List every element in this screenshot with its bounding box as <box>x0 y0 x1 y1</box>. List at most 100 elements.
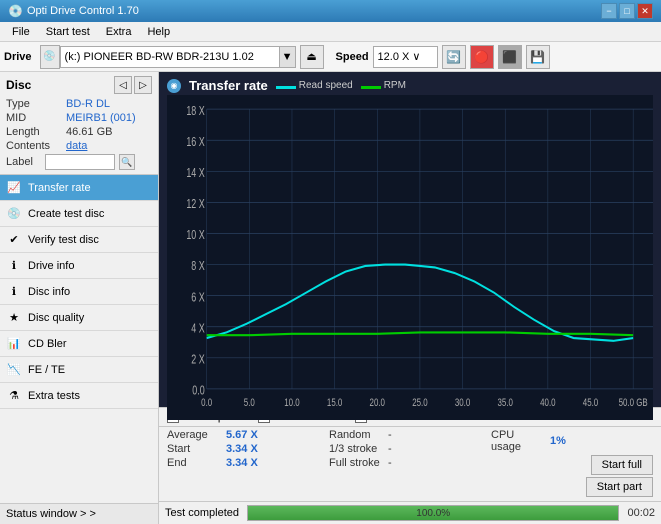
drive-dropdown-arrow[interactable]: ▼ <box>280 46 296 68</box>
svg-text:15.0: 15.0 <box>327 397 343 410</box>
nav-extra-tests[interactable]: ⚗ Extra tests <box>0 383 158 409</box>
progress-area: Test completed 100.0% 00:02 <box>159 501 661 524</box>
disc-quality-icon: ★ <box>6 310 22 326</box>
chart-container: ◉ Transfer rate Read speed RPM <box>159 72 661 407</box>
chart-title: Transfer rate <box>189 78 268 93</box>
svg-text:4 X: 4 X <box>191 322 205 336</box>
legend-color-read <box>276 86 296 89</box>
menu-extra[interactable]: Extra <box>98 24 140 40</box>
menu-file[interactable]: File <box>4 24 38 40</box>
disc-icon-btn2[interactable]: ▷ <box>134 76 152 94</box>
progress-percent: 100.0% <box>248 506 618 520</box>
progress-bar-container: 100.0% <box>247 505 619 521</box>
stroke-1-3-value: - <box>388 443 428 455</box>
eject-button[interactable]: ⏏ <box>300 45 324 69</box>
stroke-1-3-label: 1/3 stroke <box>329 443 384 455</box>
svg-text:45.0: 45.0 <box>583 397 599 410</box>
menu-start-test[interactable]: Start test <box>38 24 98 40</box>
svg-text:10.0: 10.0 <box>284 397 300 410</box>
nav-disc-quality[interactable]: ★ Disc quality <box>0 305 158 331</box>
settings-btn2[interactable]: ⬛ <box>498 45 522 69</box>
stats-col-2: Random - 1/3 stroke - Full stroke - <box>329 429 491 499</box>
svg-text:50.0 GB: 50.0 GB <box>619 397 648 410</box>
start-part-button[interactable]: Start part <box>586 477 653 497</box>
nav-transfer-rate-label: Transfer rate <box>28 182 91 194</box>
drive-icon-btn[interactable]: 💿 <box>40 45 60 69</box>
drive-toolbar: Drive 💿 (k:) PIONEER BD-RW BDR-213U 1.02… <box>0 42 661 72</box>
status-window-label: Status window > > <box>6 508 96 520</box>
legend-read-label: Read speed <box>299 80 353 91</box>
full-stroke-label: Full stroke <box>329 457 384 469</box>
svg-text:8 X: 8 X <box>191 260 205 274</box>
cpu-usage-value: 1% <box>550 435 590 447</box>
contents-value[interactable]: data <box>66 140 87 152</box>
nav-transfer-rate[interactable]: 📈 Transfer rate <box>0 175 158 201</box>
length-value: 46.61 GB <box>66 126 112 138</box>
disc-title: Disc <box>6 78 31 92</box>
start-value: 3.34 X <box>226 443 266 455</box>
extra-tests-icon: ⚗ <box>6 388 22 404</box>
transfer-rate-icon: 📈 <box>6 180 22 196</box>
svg-text:35.0: 35.0 <box>498 397 514 410</box>
status-window-button[interactable]: Status window > > <box>0 503 158 524</box>
chart-title-icon: ◉ <box>167 79 181 93</box>
stats-rows: Average 5.67 X Start 3.34 X End 3.34 X <box>159 427 661 501</box>
app-title: Opti Drive Control 1.70 <box>27 5 139 17</box>
svg-text:16 X: 16 X <box>186 135 205 149</box>
label-icon-btn[interactable]: 🔍 <box>119 154 135 170</box>
settings-btn1[interactable]: 🔴 <box>470 45 494 69</box>
nav-cd-bler[interactable]: 📊 CD Bler <box>0 331 158 357</box>
length-label: Length <box>6 126 66 138</box>
chart-svg: 18 X 16 X 14 X 12 X 10 X 8 X 6 X 4 X 2 X… <box>167 95 653 420</box>
status-text: Test completed <box>165 507 239 519</box>
menu-help[interactable]: Help <box>139 24 178 40</box>
end-value: 3.34 X <box>226 457 266 469</box>
left-panel: Disc ◁ ▷ Type BD-R DL MID MEIRB1 (001) L… <box>0 72 159 524</box>
label-key: Label <box>6 156 41 168</box>
nav-create-test-disc[interactable]: 💿 Create test disc <box>0 201 158 227</box>
close-button[interactable]: ✕ <box>637 3 653 19</box>
minimize-button[interactable]: − <box>601 3 617 19</box>
speed-select-value: 12.0 X ∨ <box>378 50 421 63</box>
drive-label: Drive <box>4 51 32 63</box>
menu-bar: File Start test Extra Help <box>0 22 661 42</box>
app-icon: 💿 <box>8 4 23 18</box>
nav-extra-tests-label: Extra tests <box>28 390 80 402</box>
mid-label: MID <box>6 112 66 124</box>
disc-icon-btn1[interactable]: ◁ <box>114 76 132 94</box>
nav-fe-te[interactable]: 📉 FE / TE <box>0 357 158 383</box>
cpu-usage-label: CPU usage <box>491 429 546 453</box>
svg-text:18 X: 18 X <box>186 104 205 118</box>
end-label: End <box>167 457 222 469</box>
nav-disc-info[interactable]: ℹ Disc info <box>0 279 158 305</box>
full-stroke-value: - <box>388 457 428 469</box>
nav-drive-info[interactable]: ℹ Drive info <box>0 253 158 279</box>
start-label: Start <box>167 443 222 455</box>
start-full-button[interactable]: Start full <box>591 455 653 475</box>
progress-time: 00:02 <box>627 507 655 519</box>
maximize-button[interactable]: □ <box>619 3 635 19</box>
disc-info-icon: ℹ <box>6 284 22 300</box>
nav-fe-te-label: FE / TE <box>28 364 65 376</box>
nav-create-test-disc-label: Create test disc <box>28 208 104 220</box>
nav-items: 📈 Transfer rate 💿 Create test disc ✔ Ver… <box>0 175 158 503</box>
legend-rpm-label: RPM <box>384 80 406 91</box>
legend-color-rpm <box>361 86 381 89</box>
svg-text:6 X: 6 X <box>191 291 205 305</box>
svg-text:25.0: 25.0 <box>412 397 428 410</box>
disc-section: Disc ◁ ▷ Type BD-R DL MID MEIRB1 (001) L… <box>0 72 158 175</box>
save-button[interactable]: 💾 <box>526 45 550 69</box>
nav-cd-bler-label: CD Bler <box>28 338 67 350</box>
average-value: 5.67 X <box>226 429 266 441</box>
mid-value: MEIRB1 (001) <box>66 112 136 124</box>
title-bar: 💿 Opti Drive Control 1.70 − □ ✕ <box>0 0 661 22</box>
svg-text:20.0: 20.0 <box>370 397 386 410</box>
random-label: Random <box>329 429 384 441</box>
nav-verify-test-disc[interactable]: ✔ Verify test disc <box>0 227 158 253</box>
create-test-disc-icon: 💿 <box>6 206 22 222</box>
nav-drive-info-label: Drive info <box>28 260 74 272</box>
refresh-button[interactable]: 🔄 <box>442 45 466 69</box>
label-input[interactable] <box>45 154 115 170</box>
drive-info-icon: ℹ <box>6 258 22 274</box>
fe-te-icon: 📉 <box>6 362 22 378</box>
